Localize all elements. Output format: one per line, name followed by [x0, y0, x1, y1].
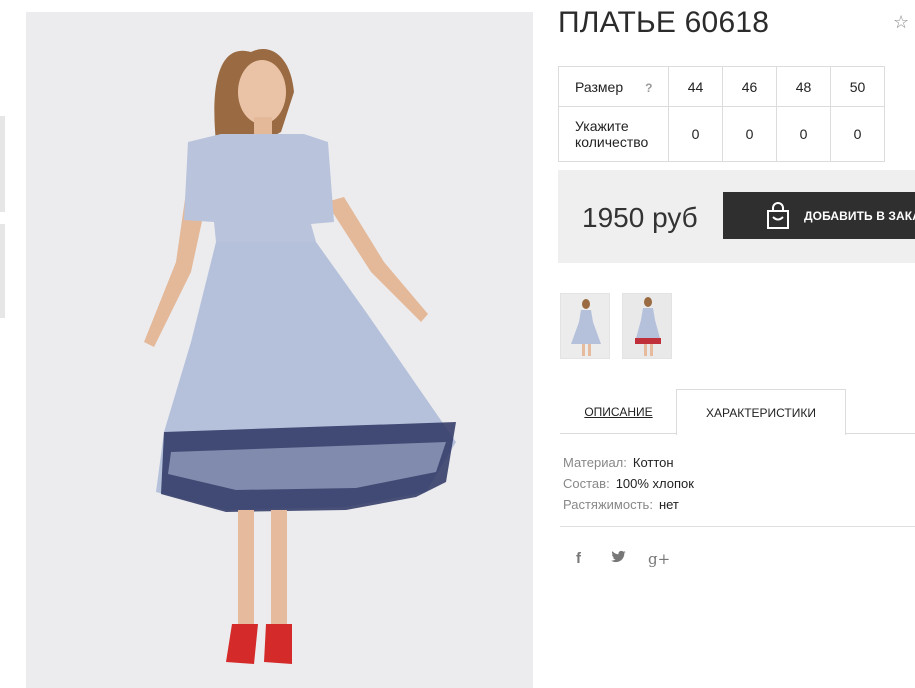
size-quantity-table: Размер? 44 46 48 50 Укажите количество 0…	[558, 66, 885, 162]
quantity-label-line1: Укажите	[575, 118, 629, 134]
size-option-50[interactable]: 50	[830, 66, 885, 107]
twitter-bird-icon	[611, 550, 626, 563]
info-tabs: ОПИСАНИЕ ХАРАКТЕРИСТИКИ	[560, 389, 915, 435]
thumbnail-1[interactable]	[560, 293, 610, 359]
section-divider	[560, 526, 915, 527]
size-option-44[interactable]: 44	[668, 66, 723, 107]
add-to-cart-label: ДОБАВИТЬ В ЗАКАЗ	[804, 209, 915, 223]
quantity-label-cell: Укажите количество	[558, 106, 669, 162]
spec-row: Материал: Коттон	[563, 452, 694, 473]
size-label-cell: Размер?	[558, 66, 669, 107]
spec-key: Материал:	[563, 455, 627, 470]
quantity-label-line2: количество	[575, 134, 649, 150]
product-title: ПЛАТЬЕ 60618	[558, 6, 770, 39]
googleplus-icon[interactable]: g+	[648, 550, 670, 568]
favorite-star-icon[interactable]: ☆	[893, 12, 909, 33]
spec-row: Растяжимость: нет	[563, 494, 694, 515]
tab-description[interactable]: ОПИСАНИЕ	[560, 389, 677, 434]
shopping-bag-icon	[767, 202, 789, 229]
previous-gallery-edge[interactable]	[0, 116, 5, 212]
spec-value: 100% хлопок	[615, 476, 694, 491]
add-to-cart-button[interactable]: ДОБАВИТЬ В ЗАКАЗ	[723, 192, 915, 239]
characteristics-list: Материал: Коттон Состав: 100% хлопок Растя…	[563, 452, 694, 515]
quantity-input-46[interactable]: 0	[722, 106, 777, 162]
main-product-photo[interactable]	[26, 12, 533, 688]
quantity-row: Укажите количество 0 0 0 0	[558, 106, 885, 162]
product-price: 1950 руб	[582, 202, 698, 233]
spec-key: Состав:	[563, 476, 610, 491]
size-help-icon[interactable]: ?	[645, 81, 652, 95]
spec-row: Состав: 100% хлопок	[563, 473, 694, 494]
spec-key: Растяжимость:	[563, 497, 653, 512]
price-bar: 1950 руб ДОБАВИТЬ В ЗАКАЗ	[558, 170, 915, 263]
thumbnail-2[interactable]	[622, 293, 672, 359]
spec-value: Коттон	[632, 455, 674, 470]
quantity-input-48[interactable]: 0	[776, 106, 831, 162]
size-option-46[interactable]: 46	[722, 66, 777, 107]
size-label: Размер	[575, 78, 624, 95]
twitter-icon[interactable]	[611, 550, 626, 567]
size-row: Размер? 44 46 48 50	[558, 66, 885, 107]
quantity-input-44[interactable]: 0	[668, 106, 723, 162]
quantity-input-50[interactable]: 0	[830, 106, 885, 162]
previous-gallery-edge-2[interactable]	[0, 224, 5, 318]
spec-value: нет	[658, 497, 679, 512]
size-option-48[interactable]: 48	[776, 66, 831, 107]
tab-characteristics[interactable]: ХАРАКТЕРИСТИКИ	[676, 389, 846, 435]
facebook-icon[interactable]: f	[576, 550, 581, 567]
